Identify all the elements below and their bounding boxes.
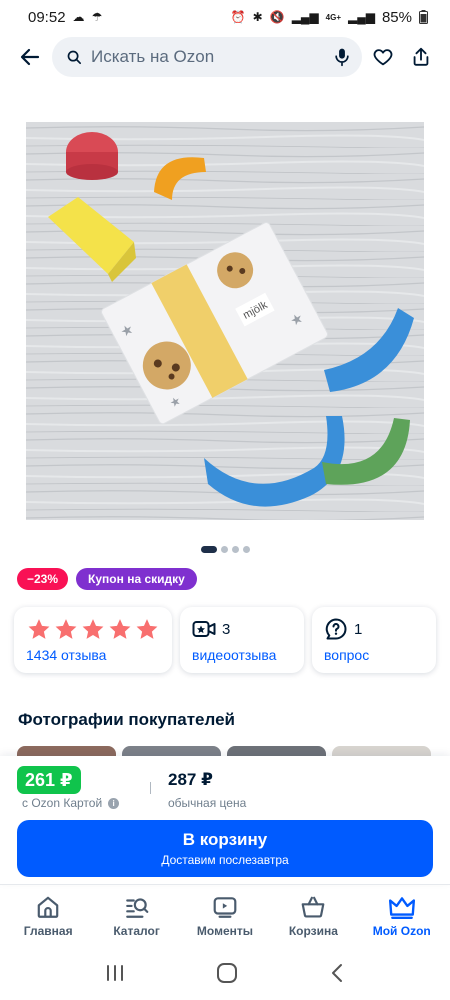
- search-icon: [67, 50, 82, 64]
- star-icon: [136, 618, 158, 639]
- carousel-dot[interactable]: [220, 546, 228, 553]
- tab-home-label: Главная: [23, 923, 73, 938]
- favorite-button[interactable]: [366, 40, 400, 74]
- tab-catalog[interactable]: Каталог: [94, 894, 180, 938]
- coupon-badge[interactable]: Купон на скидку: [76, 568, 197, 590]
- carousel-indicator: [0, 546, 450, 553]
- alarm-icon: ⏰: [230, 10, 246, 24]
- network-type: 4G+: [325, 12, 341, 22]
- bluetooth-icon: ✱: [252, 10, 263, 24]
- battery-icon: [419, 10, 428, 24]
- buyer-photos-title: Фотографии покупателей: [18, 710, 235, 729]
- video-reviews-count: 3: [222, 620, 231, 638]
- ozon-card-price: 261 ₽: [17, 766, 81, 794]
- status-bar: 09:52 ☁ ☂ ⏰ ✱ 🔇 ▂▄▆ 4G+ ▂▄▆ 85%: [0, 0, 450, 34]
- questions-count: 1: [354, 620, 363, 638]
- star-icon: [28, 618, 50, 639]
- price-divider: [150, 782, 151, 794]
- tab-my-ozon[interactable]: Мой Ozon: [359, 894, 445, 938]
- back-button[interactable]: [14, 41, 46, 73]
- catalog-icon: [125, 897, 148, 918]
- questions-card[interactable]: 1 вопрос: [312, 607, 436, 673]
- video-reviews-card[interactable]: 3 видеоотзыва: [180, 607, 304, 673]
- back-nav-icon[interactable]: [329, 963, 345, 983]
- cart-icon: [301, 896, 325, 918]
- carousel-dot[interactable]: [242, 546, 250, 553]
- reviews-link[interactable]: 1434 отзыва: [26, 647, 160, 663]
- rating-stars: [26, 617, 160, 641]
- ozon-card-caption-text: с Ozon Картой: [22, 796, 103, 810]
- arrow-left-icon: [20, 48, 40, 66]
- cloud-icon: ☁: [72, 10, 85, 24]
- star-icon: [109, 618, 131, 639]
- star-icon: [82, 618, 104, 639]
- tab-home[interactable]: Главная: [5, 894, 91, 938]
- home-button-icon[interactable]: [216, 962, 238, 984]
- add-to-cart-label: В корзину: [182, 830, 268, 849]
- search-placeholder: Искать на Ozon: [91, 47, 215, 66]
- share-button[interactable]: [404, 40, 438, 74]
- delivery-label: Доставим послезавтра: [161, 853, 289, 867]
- star-icon: [55, 618, 77, 639]
- discount-badge: −23%: [17, 568, 69, 590]
- signal-icon: ▂▄▆: [291, 10, 319, 24]
- tab-cart[interactable]: Корзина: [270, 894, 356, 938]
- home-icon: [37, 896, 59, 918]
- question-bubble-icon: [325, 618, 347, 640]
- info-icon[interactable]: i: [108, 797, 120, 809]
- video-reviews-link[interactable]: видеоотзыва: [192, 647, 292, 663]
- tab-catalog-label: Каталог: [113, 923, 160, 938]
- crown-icon: [388, 896, 415, 919]
- regular-price-caption: обычная цена: [168, 796, 247, 810]
- top-header: Искать на Ozon: [0, 34, 450, 80]
- microphone-icon[interactable]: [332, 46, 352, 68]
- product-photo-illustration: mjölk ★ ★ ★: [26, 122, 424, 520]
- badges-row: −23% Купон на скидку: [17, 568, 197, 590]
- share-icon: [413, 47, 429, 66]
- tab-moments[interactable]: Моменты: [182, 894, 268, 938]
- tab-my-ozon-label: Мой Ozon: [372, 923, 431, 938]
- search-input[interactable]: Искать на Ozon: [52, 37, 362, 77]
- status-time: 09:52: [28, 8, 66, 26]
- rating-card[interactable]: 1434 отзыва: [14, 607, 172, 673]
- add-to-cart-button[interactable]: В корзину Доставим послезавтра: [17, 820, 433, 877]
- heart-icon: [373, 49, 393, 66]
- tab-cart-label: Корзина: [288, 923, 338, 938]
- mute-icon: 🔇: [269, 10, 285, 24]
- bottom-tab-bar: Главная Каталог Моменты Корзина Мой Ozon: [0, 884, 450, 946]
- video-star-icon: [192, 621, 216, 637]
- umbrella-icon: ☂: [91, 10, 103, 24]
- regular-price: 287 ₽: [168, 770, 213, 789]
- product-photo[interactable]: mjölk ★ ★ ★: [26, 122, 424, 520]
- system-navigation-bar: [0, 946, 450, 1000]
- signal-icon-2: ▂▄▆: [348, 10, 375, 24]
- carousel-dot[interactable]: [200, 546, 217, 553]
- questions-link[interactable]: вопрос: [324, 647, 424, 663]
- carousel-dot[interactable]: [231, 546, 239, 553]
- battery-percent: 85%: [381, 8, 412, 26]
- price-panel: 261 ₽ с Ozon Картой i 287 ₽ обычная цена…: [0, 756, 450, 884]
- moments-icon: [213, 896, 237, 918]
- summary-cards: 1434 отзыва 3 видеоотзыва 1 вопрос: [14, 607, 436, 673]
- recent-apps-icon[interactable]: [105, 964, 125, 982]
- ozon-card-caption: с Ozon Картой i: [22, 796, 120, 810]
- tab-moments-label: Моменты: [196, 923, 254, 938]
